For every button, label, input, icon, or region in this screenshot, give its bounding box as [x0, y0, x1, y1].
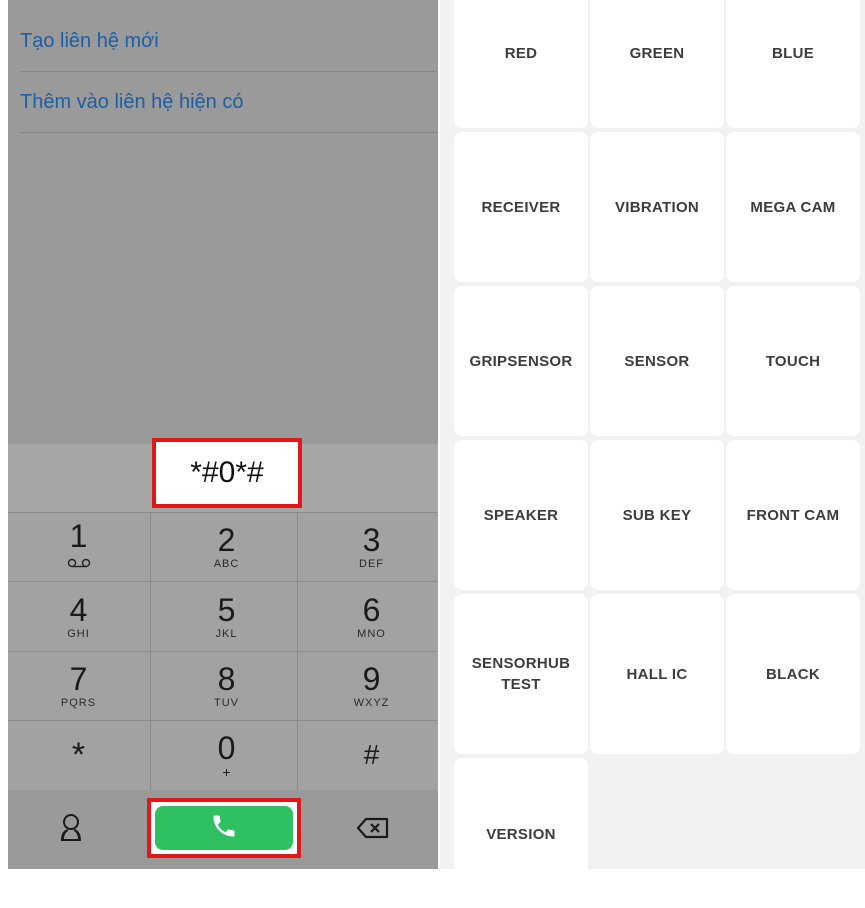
- call-button[interactable]: [155, 806, 293, 850]
- key-letters: ABC: [213, 557, 240, 570]
- key-star[interactable]: *: [8, 721, 149, 788]
- test-sub-key-tile[interactable]: SUB KEY: [590, 440, 724, 590]
- key-letters: DEF: [359, 557, 384, 570]
- dialer-action-bar: [8, 791, 438, 869]
- test-hall-ic-tile[interactable]: HALL IC: [590, 594, 724, 754]
- key-digit: 4: [69, 591, 88, 628]
- key-letters: JKL: [215, 627, 238, 640]
- key-6[interactable]: 6 MNO: [301, 583, 438, 650]
- key-5[interactable]: 5 JKL: [156, 583, 297, 650]
- key-letters: TUV: [214, 696, 239, 709]
- key-digit: 2: [217, 521, 236, 558]
- test-sensor-tile[interactable]: SENSOR: [590, 286, 724, 436]
- key-digit: 1: [69, 518, 88, 554]
- test-green-tile[interactable]: GREEN: [590, 0, 724, 128]
- phone-dialer: Tạo liên hệ mới Thêm vào liên hệ hiện có…: [8, 0, 438, 869]
- key-digit: 5: [217, 591, 236, 628]
- hardware-test-grid: RED GREEN BLUE RECEIVER VIBRATION MEGA C…: [440, 0, 865, 908]
- test-vibration-tile[interactable]: VIBRATION: [590, 132, 724, 282]
- test-blue-tile[interactable]: BLUE: [726, 0, 860, 128]
- keypad-divider: [8, 581, 438, 582]
- key-9[interactable]: 9 WXYZ: [301, 652, 438, 719]
- key-digit: 8: [217, 660, 236, 697]
- backspace-button[interactable]: [348, 811, 398, 849]
- tile-label: SENSOR: [624, 352, 690, 370]
- tile-label: SUB KEY: [622, 506, 692, 524]
- call-button-highlight: [147, 798, 301, 858]
- key-hash[interactable]: #: [301, 721, 438, 788]
- test-front-cam-tile[interactable]: FRONT CAM: [726, 440, 860, 590]
- phone-icon: [210, 812, 238, 845]
- key-0[interactable]: 0 +: [156, 721, 297, 788]
- tile-label: BLUE: [771, 44, 815, 62]
- key-letters: GHI: [67, 627, 90, 640]
- key-digit: 0: [217, 729, 236, 766]
- key-letters: WXYZ: [353, 696, 390, 709]
- tile-label: HALL IC: [626, 665, 688, 683]
- tile-label: SPEAKER: [483, 506, 559, 524]
- key-3[interactable]: 3 DEF: [301, 513, 438, 580]
- test-black-tile[interactable]: BLACK: [726, 594, 860, 754]
- keypad-divider: [297, 512, 298, 790]
- tile-label: RECEIVER: [481, 198, 561, 216]
- person-icon: [56, 812, 86, 849]
- keypad-divider: [150, 512, 151, 790]
- tile-label: VIBRATION: [614, 198, 700, 216]
- key-2[interactable]: 2 ABC: [156, 513, 297, 580]
- key-digit: #: [363, 738, 380, 770]
- key-8[interactable]: 8 TUV: [156, 652, 297, 719]
- key-letters: PQRS: [60, 696, 97, 709]
- test-mega-cam-tile[interactable]: MEGA CAM: [726, 132, 860, 282]
- key-7[interactable]: 7 PQRS: [8, 652, 149, 719]
- tile-label: VERSION: [486, 826, 556, 843]
- key-letters: MNO: [357, 627, 386, 640]
- entered-number: *#0*#: [152, 438, 302, 508]
- test-sensorhub-tile[interactable]: SENSORHUB TEST: [454, 594, 588, 754]
- tile-label: SENSORHUB TEST: [471, 655, 571, 693]
- test-gripsensor-tile[interactable]: GRIPSENSOR: [454, 286, 588, 436]
- contacts-button[interactable]: [48, 809, 94, 851]
- add-to-existing-contact-option[interactable]: Thêm vào liên hệ hiện có: [20, 73, 438, 133]
- test-version-tile[interactable]: VERSION: [454, 758, 588, 908]
- tile-label: TOUCH: [765, 352, 821, 370]
- test-red-tile[interactable]: RED: [454, 0, 588, 128]
- tile-label: FRONT CAM: [746, 506, 840, 524]
- test-receiver-tile[interactable]: RECEIVER: [454, 132, 588, 282]
- create-new-contact-option[interactable]: Tạo liên hệ mới: [20, 12, 438, 72]
- key-digit: 6: [362, 591, 381, 628]
- key-digit: 7: [69, 660, 88, 697]
- tile-label: GREEN: [629, 44, 685, 62]
- test-speaker-tile[interactable]: SPEAKER: [454, 440, 588, 590]
- tile-label: GRIPSENSOR: [469, 352, 573, 370]
- key-4[interactable]: 4 GHI: [8, 583, 149, 650]
- key-digit: *: [71, 735, 86, 774]
- tile-label: BLACK: [766, 665, 820, 683]
- tile-label: RED: [504, 44, 538, 62]
- key-digit: 3: [362, 521, 381, 558]
- key-letters: +: [222, 763, 231, 780]
- key-1[interactable]: 1: [8, 513, 149, 580]
- key-digit: 9: [362, 660, 381, 697]
- dial-keypad: 1 2 ABC 3 DEF 4 GHI 5 JKL 6 MNO 7 PQRS 8…: [8, 512, 438, 790]
- tile-label: MEGA CAM: [750, 198, 836, 216]
- voicemail-icon: [67, 555, 91, 573]
- test-touch-tile[interactable]: TOUCH: [726, 286, 860, 436]
- number-display-area: *#0*#: [8, 438, 438, 512]
- backspace-icon: [356, 816, 390, 845]
